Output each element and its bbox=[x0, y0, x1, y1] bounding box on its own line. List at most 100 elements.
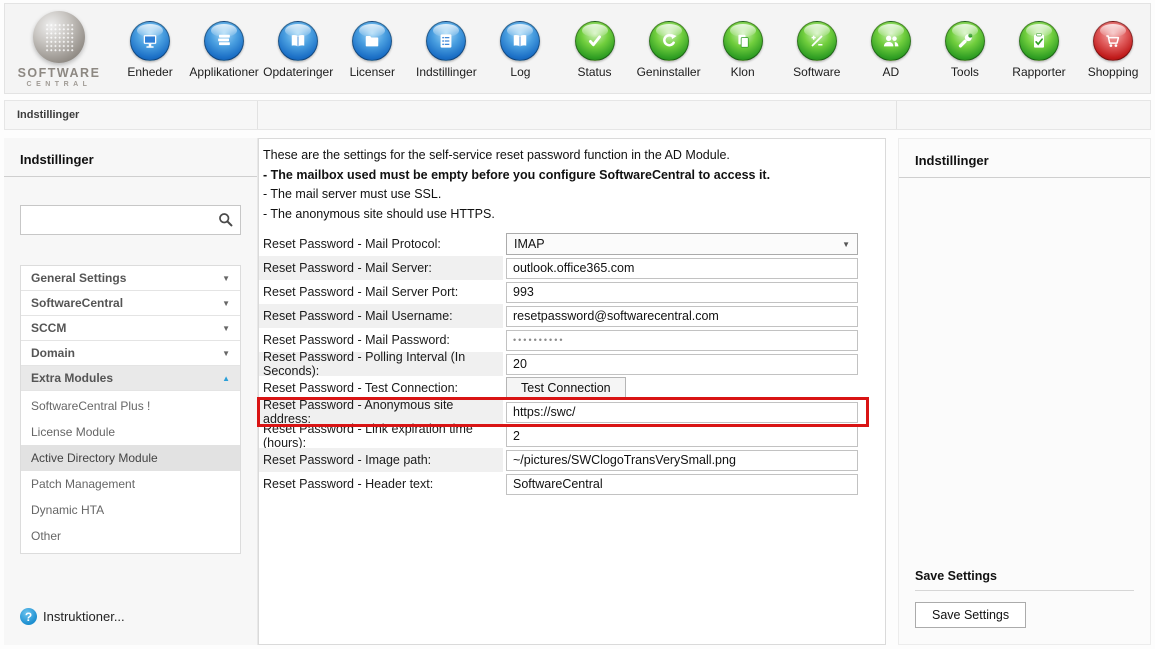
form-row-header-text: Reset Password - Header text: bbox=[259, 472, 885, 496]
toolbar-item-label: Log bbox=[510, 65, 530, 79]
field-label: Reset Password - Header text: bbox=[259, 472, 503, 496]
toolbar-item-enheder[interactable]: Enheder bbox=[113, 4, 187, 93]
nav-item-softwarecentral-plus[interactable]: SoftwareCentral Plus ! bbox=[21, 393, 240, 419]
form-row-anonymous-site-address: Reset Password - Anonymous site address: bbox=[259, 400, 885, 424]
users-icon bbox=[871, 21, 911, 61]
mail-server-input[interactable] bbox=[506, 258, 858, 279]
toolbar-item-label: Applikationer bbox=[189, 65, 258, 79]
toolbar-item-tools[interactable]: Tools bbox=[928, 4, 1002, 93]
toolbar-item-status[interactable]: Status bbox=[557, 4, 631, 93]
breadcrumb-bar: Indstillinger bbox=[4, 100, 1151, 130]
form-row-mail-username: Reset Password - Mail Username: bbox=[259, 304, 885, 328]
chevron-up-icon: ▲ bbox=[222, 374, 230, 383]
breadcrumb-right-section bbox=[897, 101, 1150, 129]
toolbar-item-licenser[interactable]: Licenser bbox=[335, 4, 409, 93]
toolbar-item-klon[interactable]: Klon bbox=[706, 4, 780, 93]
intro-line: - The anonymous site should use HTTPS. bbox=[263, 205, 875, 225]
logo-text-central: CENTRAL bbox=[27, 81, 92, 88]
nav-section-sccm[interactable]: SCCM ▼ bbox=[21, 316, 240, 341]
link-expiration-input[interactable] bbox=[506, 426, 858, 447]
anonymous-site-address-input[interactable] bbox=[506, 402, 858, 423]
save-settings-button[interactable]: Save Settings bbox=[915, 602, 1026, 628]
toolbar-item-label: Software bbox=[793, 65, 840, 79]
nav-item-other[interactable]: Other bbox=[21, 523, 240, 549]
reset-password-form: Reset Password - Mail Protocol: IMAP ▼ R… bbox=[259, 232, 885, 496]
field-label: Reset Password - Mail Server: bbox=[259, 256, 503, 280]
field-label: Reset Password - Link expiration time (h… bbox=[259, 424, 503, 448]
nav-item-dynamic-hta[interactable]: Dynamic HTA bbox=[21, 497, 240, 523]
polling-interval-input[interactable] bbox=[506, 354, 858, 375]
field-label: Reset Password - Test Connection: bbox=[259, 376, 503, 400]
sidebar-title: Indstillinger bbox=[4, 138, 257, 177]
field-label: Reset Password - Mail Password: bbox=[259, 328, 503, 352]
header-text-input[interactable] bbox=[506, 474, 858, 495]
nav-section-general-settings[interactable]: General Settings ▼ bbox=[21, 266, 240, 291]
breadcrumb: Indstillinger bbox=[5, 101, 258, 129]
intro-line: - The mail server must use SSL. bbox=[263, 185, 875, 205]
checkmark-icon bbox=[575, 21, 615, 61]
form-row-polling-interval: Reset Password - Polling Interval (In Se… bbox=[259, 352, 885, 376]
toolbar-item-rapporter[interactable]: Rapporter bbox=[1002, 4, 1076, 93]
toolbar-item-label: Status bbox=[577, 65, 611, 79]
nav-section-domain[interactable]: Domain ▼ bbox=[21, 341, 240, 366]
nav-section-extra-modules[interactable]: Extra Modules ▲ bbox=[21, 366, 240, 391]
instructions-link[interactable]: ? Instruktioner... bbox=[20, 608, 125, 625]
help-icon: ? bbox=[20, 608, 37, 625]
nav-section-label: General Settings bbox=[31, 271, 126, 285]
plus-minus-icon bbox=[797, 21, 837, 61]
form-row-mail-protocol: Reset Password - Mail Protocol: IMAP ▼ bbox=[259, 232, 885, 256]
nav-item-license-module[interactable]: License Module bbox=[21, 419, 240, 445]
softwarecentral-logo: SOFTWARE CENTRAL bbox=[5, 9, 113, 88]
logo-text-software: SOFTWARE bbox=[18, 66, 101, 80]
settings-form-panel: These are the settings for the self-serv… bbox=[258, 138, 886, 645]
chevron-down-icon: ▼ bbox=[222, 299, 230, 308]
toolbar-item-applikationer[interactable]: Applikationer bbox=[187, 4, 261, 93]
toolbar-item-software[interactable]: Software bbox=[780, 4, 854, 93]
chevron-down-icon: ▼ bbox=[842, 240, 850, 249]
breadcrumb-middle-section bbox=[258, 101, 897, 129]
test-connection-button[interactable]: Test Connection bbox=[506, 377, 626, 400]
form-row-link-expiration: Reset Password - Link expiration time (h… bbox=[259, 424, 885, 448]
report-icon bbox=[1019, 21, 1059, 61]
clone-pages-icon bbox=[723, 21, 763, 61]
nav-item-label: SoftwareCentral Plus ! bbox=[31, 399, 150, 413]
toolbar-item-opdateringer[interactable]: Opdateringer bbox=[261, 4, 335, 93]
intro-text: These are the settings for the self-serv… bbox=[259, 139, 885, 224]
settings-sidebar: Indstillinger General Settings ▼ Softwar… bbox=[4, 138, 258, 645]
nav-item-label: License Module bbox=[31, 425, 115, 439]
mail-protocol-select[interactable]: IMAP ▼ bbox=[506, 233, 858, 255]
mail-username-input[interactable] bbox=[506, 306, 858, 327]
mail-password-input[interactable]: •••••••••• bbox=[506, 330, 858, 351]
toolbar-item-label: Indstillinger bbox=[416, 65, 477, 79]
toolbar-item-label: AD bbox=[882, 65, 899, 79]
app-window: SOFTWARE CENTRAL Enheder Applikationer bbox=[0, 0, 1155, 649]
intro-line: These are the settings for the self-serv… bbox=[263, 146, 875, 166]
form-row-mail-server: Reset Password - Mail Server: bbox=[259, 256, 885, 280]
toolbar-item-geninstaller[interactable]: Geninstaller bbox=[632, 4, 706, 93]
save-settings-heading: Save Settings bbox=[915, 569, 1134, 591]
nav-section-label: Domain bbox=[31, 346, 75, 360]
toolbar-item-shopping[interactable]: Shopping bbox=[1076, 4, 1150, 93]
toolbar-item-indstillinger[interactable]: Indstillinger bbox=[409, 4, 483, 93]
image-path-input[interactable] bbox=[506, 450, 858, 471]
mail-server-port-input[interactable] bbox=[506, 282, 858, 303]
nav-item-label: Other bbox=[31, 529, 61, 543]
extra-modules-items: SoftwareCentral Plus ! License Module Ac… bbox=[21, 391, 240, 553]
nav-section-label: SCCM bbox=[31, 321, 66, 335]
nav-item-patch-management[interactable]: Patch Management bbox=[21, 471, 240, 497]
chevron-down-icon: ▼ bbox=[222, 274, 230, 283]
toolbar-item-ad[interactable]: AD bbox=[854, 4, 928, 93]
toolbar-items: Enheder Applikationer Opdateringer Licen… bbox=[113, 4, 1150, 93]
field-label: Reset Password - Mail Server Port: bbox=[259, 280, 503, 304]
nav-item-active-directory-module[interactable]: Active Directory Module bbox=[21, 445, 240, 471]
field-label: Reset Password - Polling Interval (In Se… bbox=[259, 352, 503, 376]
top-toolbar: SOFTWARE CENTRAL Enheder Applikationer bbox=[4, 3, 1151, 94]
toolbar-item-label: Enheder bbox=[127, 65, 172, 79]
nav-item-label: Dynamic HTA bbox=[31, 503, 104, 517]
toolbar-item-log[interactable]: Log bbox=[483, 4, 557, 93]
toolbar-item-label: Tools bbox=[951, 65, 979, 79]
refresh-icon bbox=[649, 21, 689, 61]
toolbar-item-label: Licenser bbox=[350, 65, 395, 79]
nav-section-softwarecentral[interactable]: SoftwareCentral ▼ bbox=[21, 291, 240, 316]
search-input[interactable] bbox=[20, 205, 241, 235]
